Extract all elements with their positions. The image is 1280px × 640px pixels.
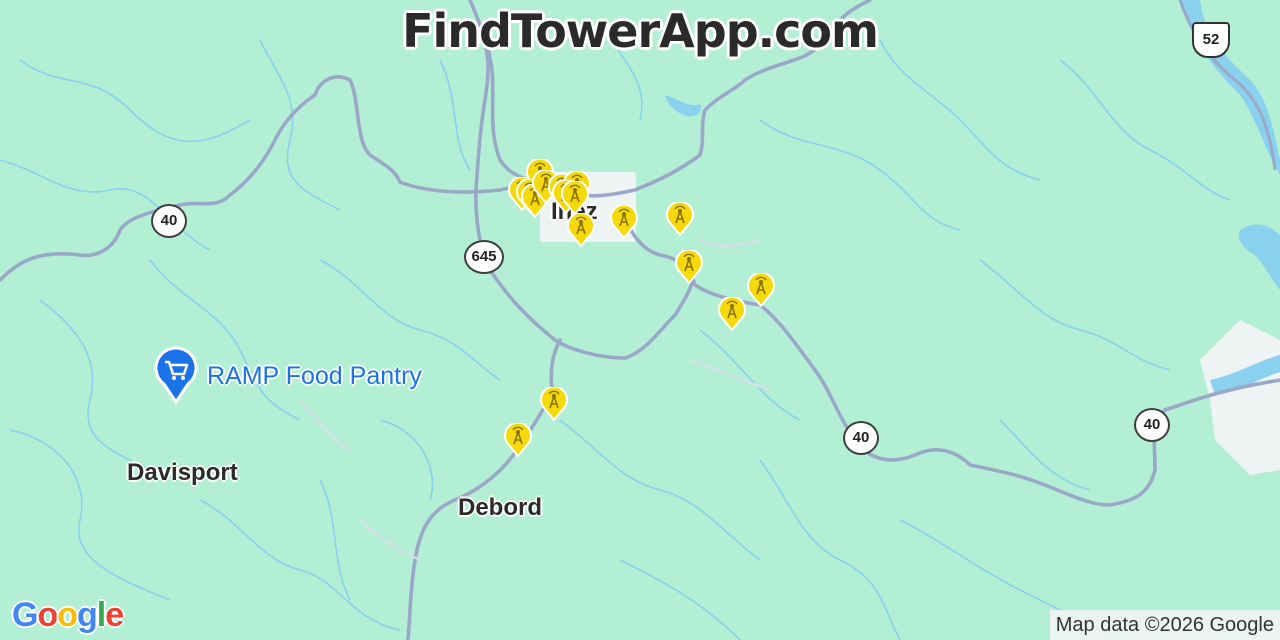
route-40-east-road (618, 208, 1280, 507)
tower-marker[interactable] (561, 179, 589, 216)
google-logo: Google (12, 596, 124, 634)
place-label-davisport: Davisport (127, 459, 238, 486)
tower-icon (675, 248, 703, 285)
route-40-shield-east: 40 (843, 421, 879, 455)
route-645-shield: 645 (464, 240, 504, 274)
map-attribution: Map data ©2026 Google (1049, 610, 1280, 640)
poi-marker[interactable] (154, 346, 198, 405)
place-label-debord: Debord (458, 494, 542, 521)
tower-marker[interactable] (675, 248, 703, 285)
tower-marker[interactable] (718, 295, 746, 332)
tower-icon (561, 179, 589, 216)
tower-icon (666, 200, 694, 237)
poi-label[interactable]: RAMP Food Pantry (207, 362, 422, 391)
shopping-cart-icon (154, 346, 198, 405)
roads (0, 0, 1280, 640)
tower-icon (718, 295, 746, 332)
streams (0, 19, 1231, 640)
route-52-shield: 52 (1192, 22, 1230, 58)
tower-icon (540, 385, 568, 422)
route-40-shield: 40 (151, 204, 187, 238)
tower-icon (567, 211, 595, 248)
tower-marker[interactable] (540, 385, 568, 422)
route-40-shield-far-east: 40 (1134, 408, 1170, 442)
water-bodies (665, 0, 1280, 395)
site-title: FindTowerApp.com (402, 4, 879, 58)
tower-marker[interactable] (747, 271, 775, 308)
tower-marker[interactable] (504, 421, 532, 458)
tower-marker[interactable] (610, 203, 638, 240)
map-canvas[interactable] (0, 0, 1280, 640)
tower-marker[interactable] (567, 211, 595, 248)
tower-icon (610, 203, 638, 240)
debord-road (406, 338, 562, 640)
tower-icon (747, 271, 775, 308)
tower-marker[interactable] (666, 200, 694, 237)
tower-icon (504, 421, 532, 458)
